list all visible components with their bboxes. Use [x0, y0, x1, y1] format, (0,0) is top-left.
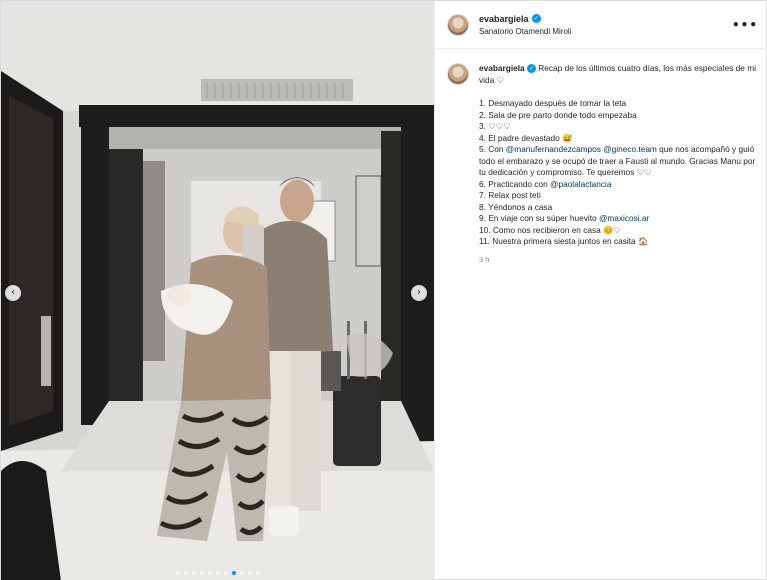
caption-line: 11. Nuestra primera siesta juntos en cas… — [479, 236, 649, 246]
caption-text: 5. Con — [479, 144, 504, 154]
carousel-dot — [191, 571, 196, 575]
caption-intro: evabargiela ✓ Recap de los últimos cuatr… — [479, 63, 756, 86]
carousel-dot — [183, 571, 188, 575]
mention-link[interactable]: @gineco.team — [603, 144, 657, 154]
carousel-dot — [215, 571, 220, 575]
caption-line: 7. Relax post teti — [479, 190, 541, 200]
mention-link[interactable]: @maxicosi.ar — [599, 213, 649, 223]
carousel-prev-button[interactable]: ‹ — [5, 285, 21, 301]
mention-link[interactable]: @manufernandezcampos — [506, 144, 601, 154]
carousel-indicator — [1, 571, 434, 575]
carousel-dot — [199, 571, 204, 575]
caption-line: 1. Desmayado después de tomar la teta — [479, 98, 627, 108]
mention-link[interactable]: @paolalactancia — [550, 179, 611, 189]
username-link[interactable]: evabargiela — [479, 63, 525, 73]
caption-line: 9. En viaje con su súper huevito @maxico… — [479, 213, 756, 225]
chevron-left-icon: ‹ — [11, 287, 15, 298]
mirror-selfie-image — [1, 1, 434, 580]
header-text: evabargiela ✓ Sanatorio Otamendi Miroli — [479, 14, 732, 36]
carousel-dot — [223, 571, 228, 575]
verified-badge-icon: ✓ — [526, 64, 536, 74]
carousel-next-button[interactable]: › — [411, 285, 427, 301]
avatar[interactable] — [447, 13, 469, 36]
carousel-dot — [207, 571, 212, 575]
avatar[interactable] — [447, 63, 469, 85]
more-options-icon[interactable]: ••• — [732, 18, 758, 32]
carousel-dot — [175, 571, 180, 575]
carousel-dot — [255, 571, 260, 575]
caption-line: 8. Yéndonos a casa — [479, 201, 553, 212]
carousel-dot — [239, 571, 244, 575]
caption-line: 2. Sala de pre parto donde todo empezaba — [479, 109, 637, 120]
username-link[interactable]: evabargiela — [479, 14, 529, 24]
caption-line: 6. Practicando con @paolalactancia — [479, 179, 756, 191]
caption-text: 9. En viaje con su súper huevito — [479, 213, 597, 223]
location-link[interactable]: Sanatorio Otamendi Miroli — [479, 27, 732, 36]
caption-body: evabargiela ✓ Recap de los últimos cuatr… — [479, 63, 756, 265]
caption-line: 4. El padre devastado 😅 — [479, 132, 573, 143]
caption-line: 10. Como nos recibieron en casa 😊♡ — [479, 224, 621, 235]
post-frame: ‹ › evabargiela ✓ Sanatorio Otamendi Mir… — [0, 0, 767, 580]
post-sidebar: evabargiela ✓ Sanatorio Otamendi Miroli … — [434, 1, 767, 580]
post-photo[interactable]: ‹ › — [1, 1, 434, 580]
caption-text: 6. Practicando con — [479, 178, 548, 189]
caption-area: evabargiela ✓ Recap de los últimos cuatr… — [435, 49, 767, 265]
post-header: evabargiela ✓ Sanatorio Otamendi Miroli … — [435, 1, 767, 49]
post-timestamp[interactable]: 3 h — [479, 254, 756, 266]
carousel-dot — [231, 571, 236, 575]
caption-line: 3. ♡♡♡ — [479, 121, 511, 131]
user-row: evabargiela ✓ — [479, 14, 732, 24]
verified-badge-icon: ✓ — [531, 14, 541, 23]
chevron-right-icon: › — [417, 287, 421, 298]
caption-line: 5. Con @manufernandezcampos @gineco.team… — [479, 144, 756, 179]
carousel-dot — [247, 571, 252, 575]
